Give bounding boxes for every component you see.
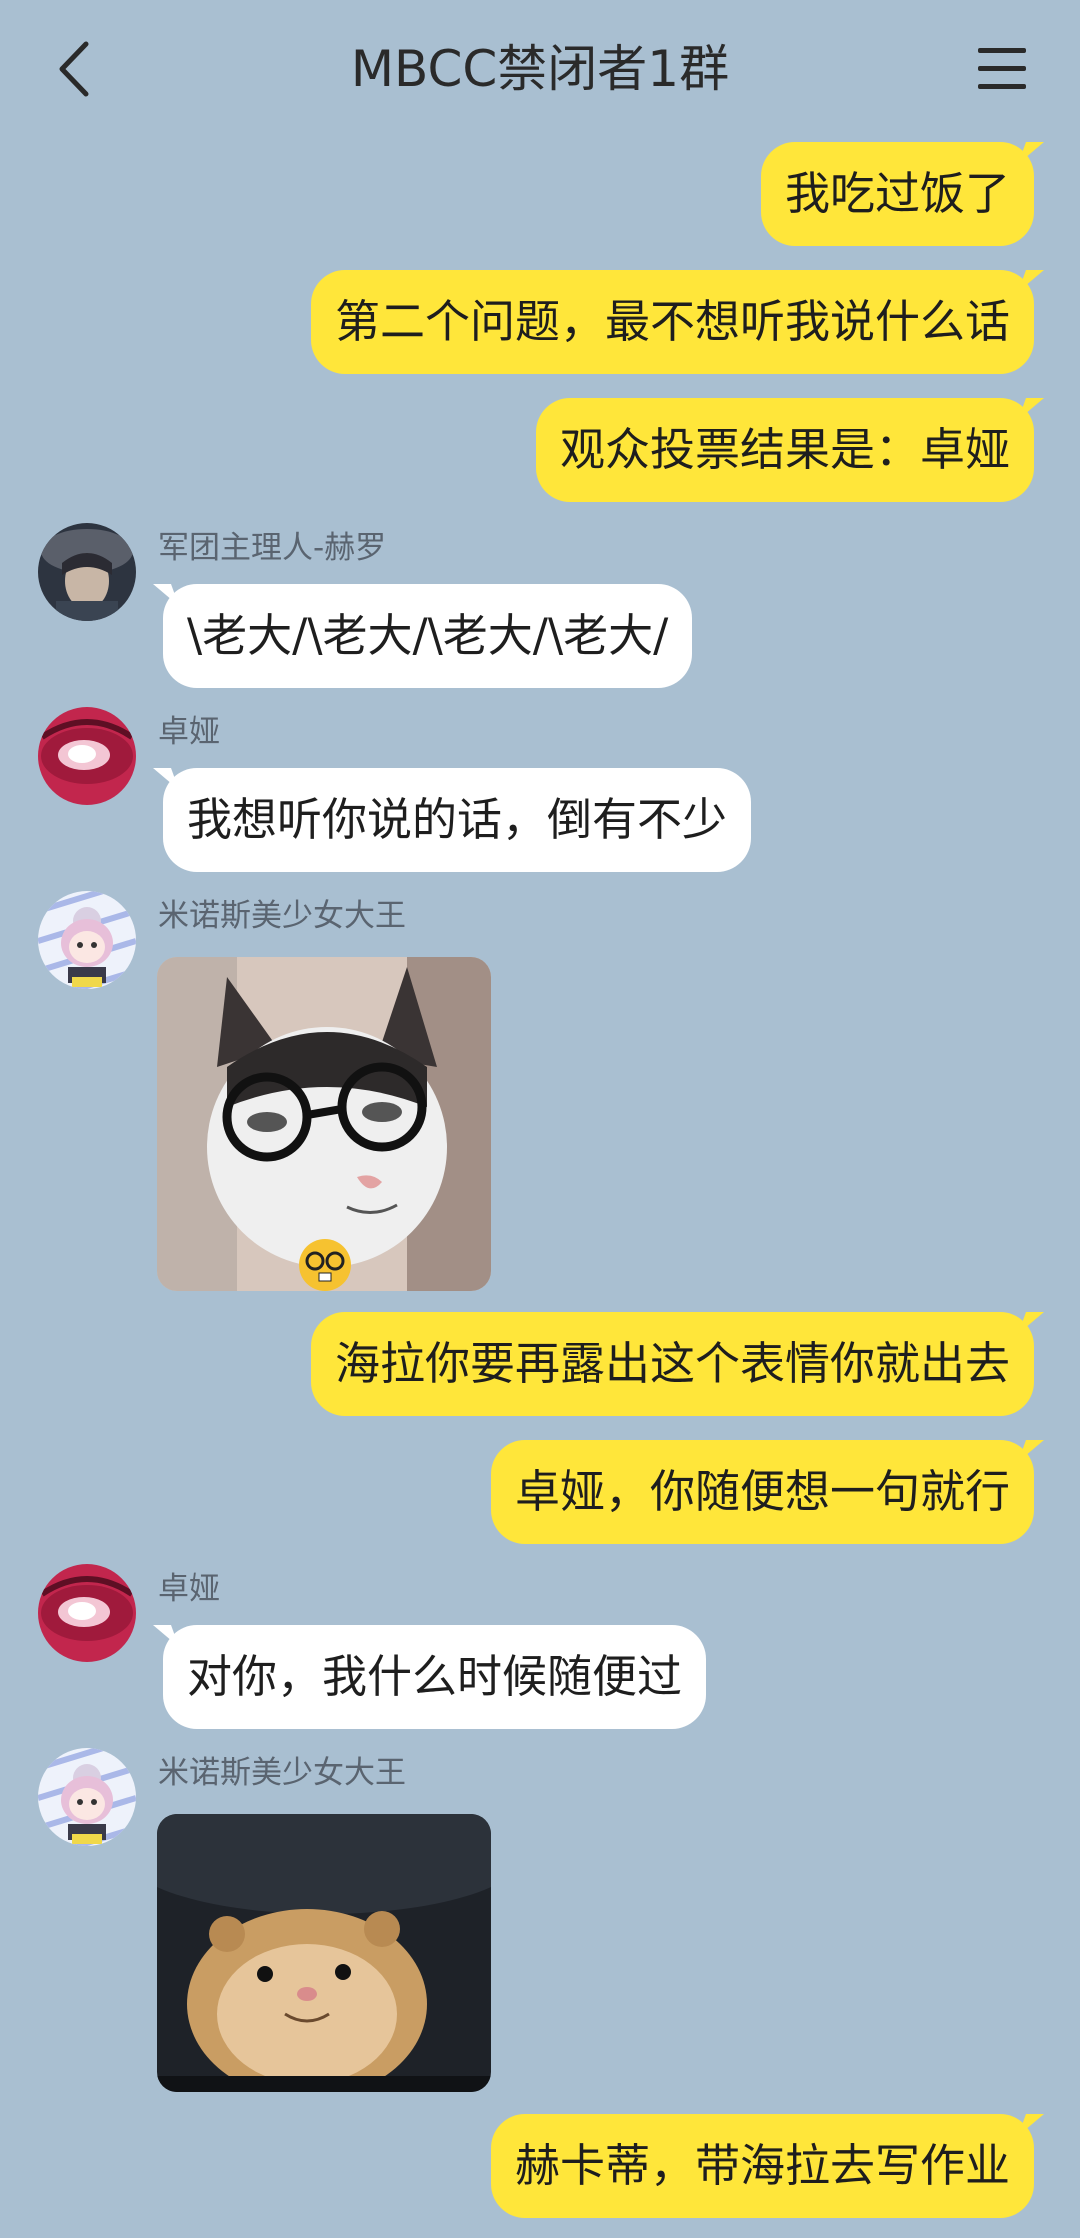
message-bubble-other[interactable]: 我想听你说的话，倒有不少 <box>163 768 752 872</box>
sender-name: 米诺斯美少女大王 <box>158 898 406 934</box>
sender-name: 军团主理人-赫罗 <box>158 530 387 566</box>
avatar-helo[interactable] <box>38 523 136 621</box>
chat-header: MBCC禁闭者1群 <box>0 0 1080 140</box>
avatar-zhuoya[interactable] <box>38 1564 136 1662</box>
hamburger-menu-icon <box>978 48 1026 89</box>
message-bubble-self[interactable]: 赫卡蒂，带海拉去写作业 <box>490 2114 1034 2218</box>
back-button[interactable] <box>50 36 106 102</box>
sender-name: 卓娅 <box>158 1571 220 1607</box>
message-bubble-self[interactable]: 第二个问题，最不想听我说什么话 <box>310 270 1034 374</box>
avatar-minos[interactable] <box>38 891 136 989</box>
menu-button[interactable] <box>974 44 1030 94</box>
sender-name: 卓娅 <box>158 714 220 750</box>
message-bubble-self[interactable]: 我吃过饭了 <box>760 142 1034 246</box>
image-message[interactable] <box>157 957 491 1291</box>
avatar-zhuoya[interactable] <box>38 707 136 805</box>
message-bubble-self[interactable]: 观众投票结果是：卓娅 <box>535 398 1034 502</box>
message-bubble-other[interactable]: \老大/\老大/\老大/\老大/ <box>163 584 693 688</box>
avatar-minos[interactable] <box>38 1748 136 1846</box>
chevron-left-icon <box>59 41 89 97</box>
sender-name: 米诺斯美少女大王 <box>158 1755 406 1791</box>
chat-title: MBCC禁闭者1群 <box>350 40 730 98</box>
cat-with-glasses-sticker <box>157 957 491 1291</box>
smiling-hamster-sticker <box>157 1814 491 2092</box>
message-bubble-self[interactable]: 海拉你要再露出这个表情你就出去 <box>310 1312 1034 1416</box>
message-bubble-other[interactable]: 对你，我什么时候随便过 <box>163 1625 707 1729</box>
message-bubble-self[interactable]: 卓娅，你随便想一句就行 <box>490 1440 1034 1544</box>
image-message[interactable] <box>157 1814 491 2092</box>
